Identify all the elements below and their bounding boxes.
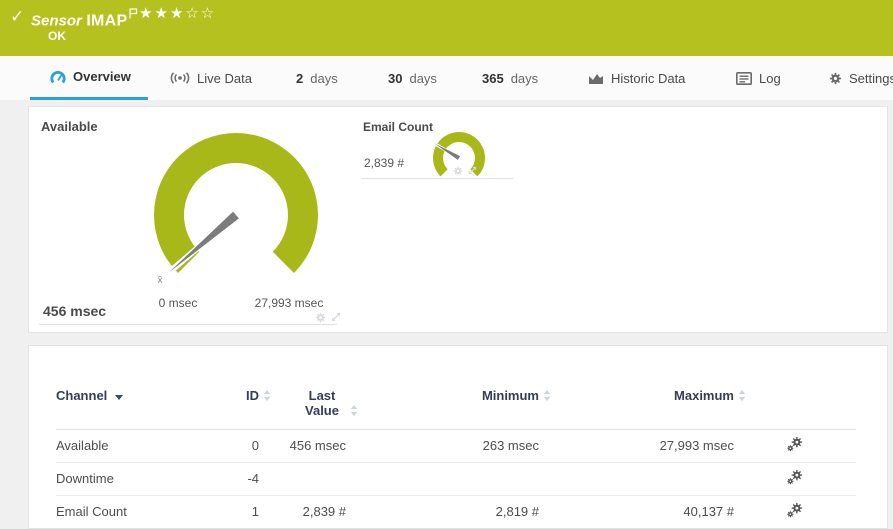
tab-label: Historic Data bbox=[611, 70, 686, 86]
live-broadcast-icon bbox=[170, 72, 190, 84]
column-header-maximum[interactable]: Maximum bbox=[539, 380, 734, 430]
gear-icon bbox=[829, 72, 842, 85]
column-header-channel[interactable]: Channel bbox=[56, 380, 203, 430]
tab-unit: days bbox=[409, 70, 437, 86]
log-list-icon bbox=[736, 72, 752, 85]
tab-2-days[interactable]: 2 days bbox=[296, 56, 338, 100]
sort-icon bbox=[543, 389, 551, 402]
gauge-corner-actions bbox=[453, 166, 477, 176]
column-label: Channel bbox=[56, 388, 108, 403]
gears-icon bbox=[787, 436, 803, 452]
channel-settings-button[interactable] bbox=[787, 502, 803, 518]
available-gauge: x̄ bbox=[153, 132, 318, 286]
channels-panel: Channel ID Last Value Minimum Maximum Av… bbox=[28, 345, 888, 529]
gauge-corner-actions bbox=[315, 312, 341, 323]
flag-icon bbox=[129, 8, 138, 19]
gauge-arc bbox=[153, 132, 318, 273]
gauge-expand-icon[interactable] bbox=[331, 312, 341, 322]
gauge-settings-icon[interactable] bbox=[315, 312, 326, 323]
tab-number: 365 bbox=[482, 70, 504, 86]
gauge-expand-icon[interactable] bbox=[468, 166, 477, 175]
sensor-title-prefix: Sensor bbox=[31, 12, 82, 30]
channel-minimum bbox=[346, 461, 539, 495]
table-row: Downtime -4 bbox=[56, 461, 856, 495]
tab-number: 2 bbox=[296, 70, 304, 86]
channel-last-value: 456 msec bbox=[259, 428, 346, 462]
column-header-id[interactable]: ID bbox=[203, 380, 259, 430]
tab-365-days[interactable]: 365 days bbox=[482, 56, 538, 100]
gauge-icon bbox=[50, 70, 66, 84]
priority-stars[interactable]: ★★★☆☆ bbox=[139, 4, 216, 22]
sort-desc-icon bbox=[115, 395, 123, 400]
column-header-last-value[interactable]: Last Value bbox=[259, 380, 346, 430]
column-header-actions bbox=[734, 380, 856, 430]
channel-minimum: 263 msec bbox=[346, 428, 539, 462]
stars-empty[interactable]: ☆☆ bbox=[185, 5, 216, 22]
sort-icon bbox=[350, 404, 358, 417]
channel-id: 0 bbox=[203, 428, 259, 462]
tab-label: Live Data bbox=[197, 70, 252, 86]
column-label: Maximum bbox=[674, 388, 734, 403]
channel-minimum: 2,819 # bbox=[346, 494, 539, 528]
divider bbox=[361, 178, 513, 179]
gauge-min-label: 0 msec bbox=[158, 296, 198, 310]
sensor-name: IMAP bbox=[86, 12, 128, 30]
channel-settings-button[interactable] bbox=[787, 436, 803, 452]
column-header-minimum[interactable]: Minimum bbox=[346, 380, 539, 430]
gears-icon bbox=[787, 502, 803, 518]
sensor-header: ✓ Sensor IMAP ★★★☆☆ OK bbox=[0, 0, 893, 56]
tab-bar: Overview Live Data 2 days 30 days 365 da… bbox=[0, 56, 893, 100]
sensor-title: Sensor IMAP bbox=[31, 8, 138, 30]
column-label: Minimum bbox=[481, 388, 539, 403]
gauges-panel: Available x̄ 0 msec 27,993 msec 456 msec… bbox=[28, 106, 888, 333]
tab-label: Log bbox=[759, 70, 781, 86]
channel-id: -4 bbox=[203, 461, 259, 495]
channel-last-value bbox=[259, 461, 346, 495]
column-label: ID bbox=[246, 388, 259, 403]
tab-label: Overview bbox=[73, 69, 131, 84]
gauge-title-email-count: Email Count bbox=[363, 120, 434, 134]
channels-table: Channel ID Last Value Minimum Maximum Av… bbox=[56, 380, 856, 528]
channel-maximum bbox=[539, 461, 734, 495]
tab-30-days[interactable]: 30 days bbox=[388, 56, 437, 100]
sort-icon bbox=[738, 389, 746, 402]
tab-live-data[interactable]: Live Data bbox=[170, 56, 252, 100]
channel-maximum: 27,993 msec bbox=[539, 428, 734, 462]
gauge-title-available: Available bbox=[41, 119, 98, 134]
tab-settings[interactable]: Settings bbox=[829, 56, 893, 100]
gauge-current-value: 456 msec bbox=[43, 303, 107, 319]
area-chart-icon bbox=[588, 72, 604, 85]
gauge-settings-icon[interactable] bbox=[453, 166, 463, 176]
sort-icon bbox=[263, 389, 271, 402]
gauge-max-label: 27,993 msec bbox=[254, 296, 324, 310]
column-label: Last Value bbox=[305, 388, 339, 418]
average-marker: x̄ bbox=[158, 275, 163, 286]
channel-maximum: 40,137 # bbox=[539, 494, 734, 528]
tab-label: Settings bbox=[849, 70, 893, 86]
tab-number: 30 bbox=[388, 70, 403, 86]
gears-icon bbox=[787, 469, 803, 485]
channel-last-value: 2,839 # bbox=[259, 494, 346, 528]
channel-id: 1 bbox=[203, 494, 259, 528]
channel-name[interactable]: Downtime bbox=[56, 461, 203, 495]
tab-overview[interactable]: Overview bbox=[30, 56, 148, 100]
stars-filled[interactable]: ★★★ bbox=[139, 5, 185, 22]
channel-name[interactable]: Email Count bbox=[56, 494, 203, 528]
table-row: Email Count 1 2,839 # 2,819 # 40,137 # bbox=[56, 494, 856, 528]
email-gauge-current-value: 2,839 # bbox=[364, 156, 405, 170]
tab-unit: days bbox=[310, 70, 338, 86]
tab-unit: days bbox=[510, 70, 539, 86]
tab-log[interactable]: Log bbox=[736, 56, 781, 100]
divider bbox=[39, 324, 337, 325]
table-header-row: Channel ID Last Value Minimum Maximum bbox=[56, 380, 856, 430]
table-row: Available 0 456 msec 263 msec 27,993 mse… bbox=[56, 428, 856, 462]
tab-historic-data[interactable]: Historic Data bbox=[588, 56, 685, 100]
status-ok-check-icon: ✓ bbox=[10, 7, 25, 26]
channel-settings-button[interactable] bbox=[787, 469, 803, 485]
status-badge: OK bbox=[48, 29, 66, 43]
channel-name[interactable]: Available bbox=[56, 428, 203, 462]
